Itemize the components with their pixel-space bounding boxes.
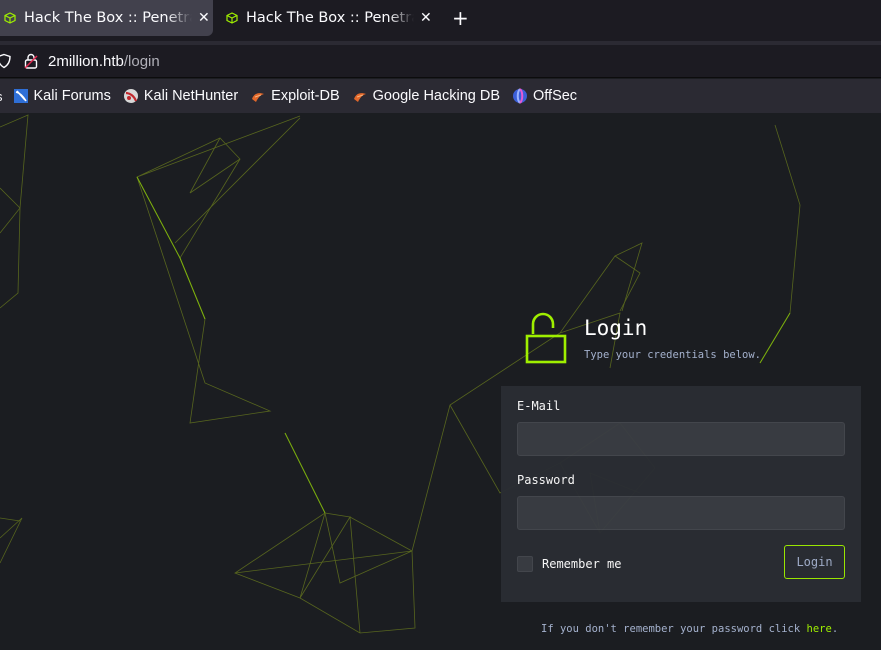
forgot-password-suffix: . [831,623,839,635]
login-button[interactable]: Login [784,545,845,579]
bookmark-offsec[interactable]: OffSec [512,88,577,104]
forgot-password-text: If you don't remember your password clic… [541,623,838,635]
tab-title: Hack The Box :: Penetration Testing Labs [24,10,192,26]
password-label: Password [517,473,575,487]
tab-1[interactable]: Hack The Box :: Penetration Testing Labs… [0,0,213,36]
bookmark-google-hacking-db[interactable]: Google Hacking DB [352,88,500,104]
bookmark-overflow-icon[interactable]: s [0,89,3,104]
bookmark-label: Kali Forums [33,88,111,104]
tab-strip: Hack The Box :: Penetration Testing Labs… [0,0,881,41]
forgot-password-link[interactable]: here [807,623,832,635]
lock-icon[interactable] [24,53,38,69]
new-tab-button[interactable]: + [452,8,469,28]
page-title: Login [584,316,648,340]
shield-icon[interactable] [0,53,12,69]
url-text[interactable]: 2million.htb/login [48,53,160,70]
url-host: 2million.htb [48,52,124,70]
ghdb-icon [353,93,366,102]
htb-cube-icon [4,12,16,24]
close-icon[interactable]: ✕ [198,10,210,26]
remember-checkbox[interactable] [517,556,533,572]
page-subtitle: Type your credentials below. [584,349,762,361]
kali-nethunter-icon [123,89,138,103]
remember-label[interactable]: Remember me [542,557,621,571]
bookmark-label: Google Hacking DB [372,88,500,104]
email-label: E-Mail [517,399,561,413]
tab-2[interactable]: Hack The Box :: Penetration Testing Labs… [222,0,434,36]
offsec-icon [513,88,527,104]
htb-cube-icon [226,12,238,24]
nav-bar: 2million.htb/login [0,41,881,78]
bookmark-kali-nethunter[interactable]: Kali NetHunter [123,88,238,104]
bookmark-label: Kali NetHunter [143,88,239,104]
email-field[interactable] [517,422,845,456]
kali-forums-icon [13,89,28,103]
url-bar[interactable]: 2million.htb/login [0,45,881,77]
bookmark-label: Exploit-DB [271,88,340,104]
bookmarks-toolbar: s Kali Forums Kali NetHunter Exploit-DB … [0,79,881,113]
page-content: Login Type your credentials below. E-Mai… [0,113,881,650]
exploit-db-icon [252,93,265,102]
bookmark-kali-forums[interactable]: Kali Forums [13,88,111,104]
bookmark-exploit-db[interactable]: Exploit-DB [250,88,340,104]
bookmark-label: OffSec [533,88,578,104]
password-field[interactable] [517,496,845,530]
tab-title: Hack The Box :: Penetration Testing Labs [246,10,414,26]
close-icon[interactable]: ✕ [420,10,432,26]
forgot-password-prefix: If you don't remember your password clic… [541,623,807,635]
unlocked-padlock-icon [525,312,567,364]
url-path: /login [123,52,160,70]
login-form: E-Mail Password Remember me Login [501,386,861,602]
